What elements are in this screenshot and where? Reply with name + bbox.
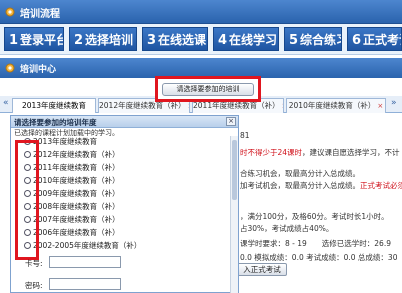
select-training-button[interactable]: 请选择要参加的培训 [162, 83, 254, 96]
dialog-title: 请选择要参加的培训年度 [14, 118, 97, 127]
tab-scroll-right-icon[interactable]: » [391, 98, 397, 108]
dialog-scrollbar[interactable] [230, 136, 238, 293]
process-steps: 1登录平台 2选择培训 3在线选课 4在线学习 5综合练习 6正式考试 [0, 24, 402, 55]
tab-scroll-left-icon[interactable]: « [3, 98, 9, 108]
content-line: ，满分100分，及格60分。考试时长1小时。 [240, 212, 389, 221]
dialog-header: 请选择要参加的培训年度 × [11, 116, 238, 128]
card-number-label: 卡号: [25, 259, 43, 268]
content-line: 合练习机会，取最高分计入总成绩。 [240, 169, 360, 178]
step-select-training[interactable]: 2 选择培训 [69, 27, 137, 51]
training-center-title: 培训中心 [20, 65, 57, 75]
gear-icon [5, 63, 15, 73]
dialog-body: 2013年度继续教育 2012年度继续教育（补） 2011年度继续教育（补） 2… [11, 136, 238, 293]
password-input[interactable] [49, 278, 121, 290]
close-icon[interactable]: × [377, 102, 383, 110]
step-formal-exam[interactable]: 6正式考试 [347, 27, 402, 51]
password-label: 密码: [25, 281, 43, 290]
step-login[interactable]: 1 登录平台 [4, 27, 64, 51]
content-line: 时不得少于24课时，建议课自愿选择学习，不计 [240, 148, 400, 157]
scrollbar-thumb[interactable] [232, 140, 237, 200]
close-icon[interactable]: × [188, 102, 189, 110]
enter-formal-exam-button[interactable]: 入正式考试 [237, 263, 287, 276]
close-icon[interactable]: × [226, 117, 236, 126]
year-option-2002-2005[interactable]: 2002-2005年度继续教育（补） [24, 240, 141, 251]
training-center-bar: 培训中心 [0, 58, 402, 78]
score-summary: 0.0 模拟成绩：0.0 考试成绩：0.0 总成绩：30 [240, 253, 398, 262]
content-line: 加考试机会，取最高分计入总成绩。正式考试必须 [240, 181, 402, 190]
step-online-study[interactable]: 4 在线学习 [213, 27, 279, 51]
process-title: 培训流程 [20, 9, 60, 20]
step-practice[interactable]: 5综合练习 [284, 27, 342, 51]
card-number-input[interactable] [49, 256, 121, 268]
content-line: 81 [240, 131, 250, 140]
radio-highlight-frame [15, 140, 39, 260]
gear-icon [5, 7, 15, 17]
tab-2013[interactable]: 2013年度继续教育 [12, 98, 96, 113]
close-icon[interactable]: × [282, 102, 283, 110]
tab-2010[interactable]: 2010年度继续教育（补） × [286, 98, 386, 113]
step-online-course-selection[interactable]: 3 在线选课 [142, 27, 208, 51]
process-header-bar: 培训流程 [0, 0, 402, 24]
course-hours-summary: 课学时要求：8 - 19 选修已选学时：26.9 [240, 239, 391, 248]
content-line: 占30%，考试成绩占40%。 [240, 224, 334, 233]
select-training-highlight: 请选择要参加的培训 [155, 76, 261, 102]
select-training-year-dialog: 请选择要参加的培训年度 × 已选择的课程计划加载中的学习。 2013年度继续教育… [10, 115, 239, 293]
